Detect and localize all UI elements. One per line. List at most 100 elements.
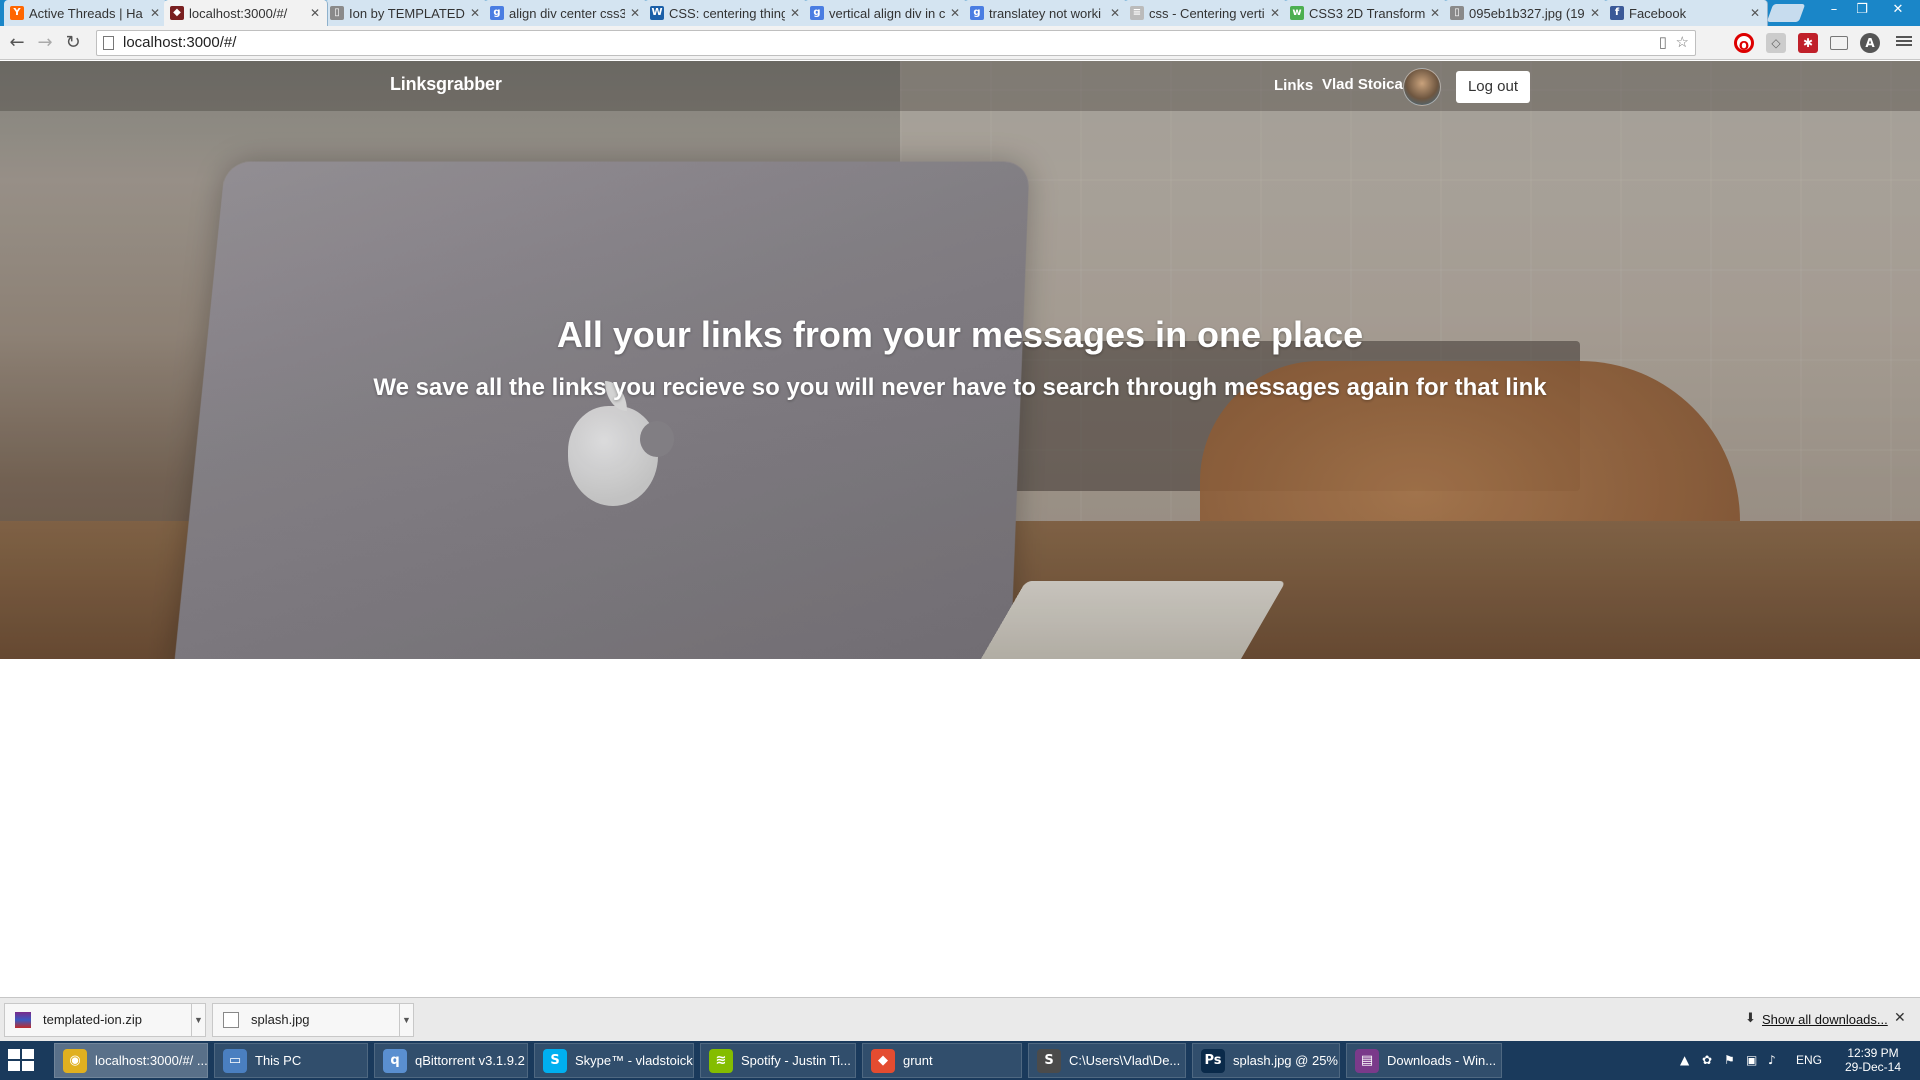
forward-arrow-icon[interactable]: → <box>34 32 56 54</box>
reload-icon[interactable]: ↻ <box>62 32 84 54</box>
stackoverflow-icon: ≡ <box>1130 6 1144 20</box>
restore-icon[interactable]: ❐ <box>1848 0 1876 20</box>
taskbar-item[interactable]: q qBittorrent v3.1.9.2 <box>374 1043 528 1078</box>
taskbar-item-label: grunt <box>903 1053 933 1068</box>
taskbar-item[interactable]: S C:\Users\Vlad\De... <box>1028 1043 1186 1078</box>
close-tab-icon[interactable]: ✕ <box>1749 6 1761 20</box>
close-tab-icon[interactable]: ✕ <box>1269 6 1281 20</box>
shield-icon[interactable]: ◇ <box>1766 33 1786 53</box>
chevron-down-icon[interactable]: ▼ <box>191 1004 205 1036</box>
skype-icon: S <box>543 1049 567 1073</box>
git-icon: ◆ <box>871 1049 895 1073</box>
nav-link-links[interactable]: Links <box>1274 77 1313 94</box>
tab-title: align div center css3 <box>509 5 625 21</box>
photoshop-icon: Ps <box>1201 1049 1225 1073</box>
page-icon: ▯ <box>1450 6 1464 20</box>
nav-user-name[interactable]: Vlad Stoica <box>1322 76 1403 93</box>
browser-tab[interactable]: g vertical align div in c ✕ <box>804 0 968 26</box>
browser-tab[interactable]: w CSS3 2D Transform ✕ <box>1284 0 1448 26</box>
browser-tab[interactable]: g align div center css3 ✕ <box>484 0 648 26</box>
windows-start-icon[interactable] <box>8 1049 36 1073</box>
tab-title: 095eb1b327.jpg (19 <box>1469 5 1585 21</box>
tray-volume-icon[interactable]: ♪ <box>1768 1053 1776 1067</box>
taskbar-item[interactable]: Ps splash.jpg @ 25% ... <box>1192 1043 1340 1078</box>
browser-tab-strip: Y Active Threads | Ha ✕ ◆ localhost:3000/#/ ✕… <box>0 0 1920 26</box>
downloads-bar: templated-ion.zip ▼ splash.jpg ▼ ⬇ Show … <box>0 997 1920 1041</box>
cast-icon[interactable] <box>1830 36 1848 50</box>
browser-tab[interactable]: ▯ Ion by TEMPLATED ✕ <box>324 0 488 26</box>
tray-overflow-icon[interactable]: ▲ <box>1680 1053 1689 1067</box>
tray-monitor-icon[interactable]: ▣ <box>1746 1053 1757 1067</box>
spy-icon: ◆ <box>170 6 184 20</box>
browser-tab[interactable]: Y Active Threads | Ha ✕ <box>4 0 168 26</box>
browser-tab[interactable]: ◆ localhost:3000/#/ ✕ <box>164 0 328 26</box>
close-tab-icon[interactable]: ✕ <box>1109 6 1121 20</box>
taskbar-item[interactable]: ◆ grunt <box>862 1043 1022 1078</box>
tab-title: localhost:3000/#/ <box>189 5 288 21</box>
hero-section: Linksgrabber Links Vlad Stoica Log out A… <box>0 61 1920 659</box>
close-window-icon[interactable]: ✕ <box>1876 0 1920 20</box>
taskbar-item[interactable]: ◉ localhost:3000/#/ ... <box>54 1043 208 1078</box>
taskbar-item-label: qBittorrent v3.1.9.2 <box>415 1053 525 1068</box>
browser-tab[interactable]: f Facebook ✕ <box>1604 0 1768 26</box>
taskbar-item-label: Downloads - Win... <box>1387 1053 1497 1068</box>
download-item-name: splash.jpg <box>251 1012 310 1027</box>
hacker-news-icon: Y <box>10 6 24 20</box>
address-bar-url: localhost:3000/#/ <box>123 34 237 51</box>
taskbar-clock[interactable]: 12:39 PM 29-Dec-14 <box>1838 1046 1908 1074</box>
avatar[interactable] <box>1403 68 1441 106</box>
close-tab-icon[interactable]: ✕ <box>469 6 481 20</box>
download-arrow-icon: ⬇ <box>1745 1010 1756 1025</box>
download-item[interactable]: splash.jpg ▼ <box>212 1003 414 1037</box>
minimize-icon[interactable]: – <box>1820 0 1848 20</box>
close-tab-icon[interactable]: ✕ <box>309 6 321 20</box>
close-downloads-bar-icon[interactable]: ✕ <box>1894 1009 1906 1026</box>
logout-button[interactable]: Log out <box>1456 71 1530 103</box>
tray-flag-icon[interactable]: ⚑ <box>1724 1053 1735 1067</box>
address-bar[interactable]: localhost:3000/#/ ▯ ☆ <box>96 30 1696 56</box>
page-viewport: Linksgrabber Links Vlad Stoica Log out A… <box>0 61 1920 997</box>
chevron-down-icon[interactable]: ▼ <box>399 1004 413 1036</box>
taskbar-item-label: Skype™ - vladstoick <box>575 1053 693 1068</box>
new-tab-button[interactable] <box>1766 4 1806 22</box>
close-tab-icon[interactable]: ✕ <box>949 6 961 20</box>
download-item[interactable]: templated-ion.zip ▼ <box>4 1003 206 1037</box>
w3c-icon: W <box>650 6 664 20</box>
taskbar-item-label: Spotify - Justin Ti... <box>741 1053 851 1068</box>
taskbar-item-label: This PC <box>255 1053 302 1068</box>
reader-mode-icon[interactable]: ▯ <box>1659 34 1667 52</box>
download-item-name: templated-ion.zip <box>43 1012 142 1027</box>
close-tab-icon[interactable]: ✕ <box>149 6 161 20</box>
adblock-icon[interactable]: O <box>1734 33 1754 53</box>
hero-title: All your links from your messages in one… <box>556 314 1364 355</box>
spotify-icon: ≋ <box>709 1049 733 1073</box>
taskbar-item[interactable]: S Skype™ - vladstoick <box>534 1043 694 1078</box>
browser-tab[interactable]: ▯ 095eb1b327.jpg (19 ✕ <box>1444 0 1608 26</box>
language-indicator[interactable]: ENG <box>1796 1053 1822 1067</box>
close-tab-icon[interactable]: ✕ <box>629 6 641 20</box>
lastpass-icon[interactable]: ✱ <box>1798 33 1818 53</box>
close-tab-icon[interactable]: ✕ <box>1589 6 1601 20</box>
browser-toolbar: ← → ↻ localhost:3000/#/ ▯ ☆ O ◇ ✱ A <box>0 26 1920 60</box>
bookmark-star-icon[interactable]: ☆ <box>1676 34 1689 52</box>
close-tab-icon[interactable]: ✕ <box>789 6 801 20</box>
browser-tab[interactable]: W CSS: centering thing ✕ <box>644 0 808 26</box>
chrome-menu-icon[interactable] <box>1896 34 1912 50</box>
show-all-downloads-link[interactable]: Show all downloads... <box>1762 1012 1888 1027</box>
taskbar-item[interactable]: ▤ Downloads - Win... <box>1346 1043 1502 1078</box>
extension-a-icon[interactable]: A <box>1860 33 1880 53</box>
tab-title: Ion by TEMPLATED <box>349 5 465 21</box>
taskbar-item-label: splash.jpg @ 25% ... <box>1233 1053 1339 1068</box>
close-tab-icon[interactable]: ✕ <box>1429 6 1441 20</box>
google-icon: g <box>970 6 984 20</box>
tray-network-icon[interactable]: ✿ <box>1702 1053 1712 1067</box>
browser-tab[interactable]: g translatey not worki ✕ <box>964 0 1128 26</box>
browser-tab[interactable]: ≡ css - Centering verti ✕ <box>1124 0 1288 26</box>
winrar-archive-icon <box>15 1012 31 1028</box>
taskbar-item[interactable]: ≋ Spotify - Justin Ti... <box>700 1043 856 1078</box>
chrome-icon: ◉ <box>63 1049 87 1073</box>
page-icon: ▯ <box>330 6 344 20</box>
taskbar-item[interactable]: ▭ This PC <box>214 1043 368 1078</box>
site-brand[interactable]: Linksgrabber <box>390 74 502 95</box>
back-arrow-icon[interactable]: ← <box>6 32 28 54</box>
